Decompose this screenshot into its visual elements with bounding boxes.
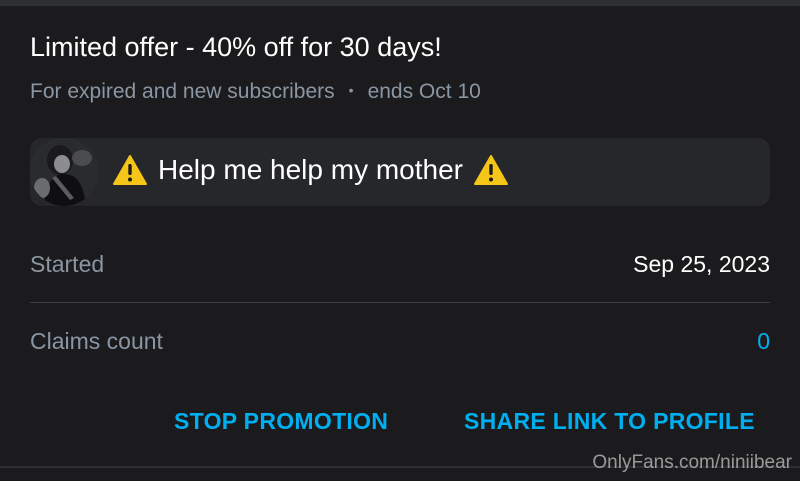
- promotion-subtitle: For expired and new subscribers • ends O…: [30, 80, 481, 104]
- avatar[interactable]: [30, 138, 98, 206]
- started-value: Sep 25, 2023: [633, 251, 770, 277]
- promotion-end-date: ends Oct 10: [367, 80, 481, 103]
- stop-promotion-button[interactable]: STOP PROMOTION: [174, 408, 388, 435]
- promotion-message-text: Help me help my mother: [158, 154, 464, 185]
- share-link-to-profile-button[interactable]: SHARE LINK TO PROFILE: [464, 408, 755, 435]
- top-divider: [0, 0, 800, 6]
- watermark: OnlyFans.com/niniibear: [592, 452, 792, 473]
- promotion-message: Help me help my mother: [112, 154, 509, 186]
- warning-icon: [473, 154, 509, 186]
- claims-count-label: Claims count: [30, 328, 163, 354]
- started-label: Started: [30, 251, 105, 277]
- details-divider: [30, 302, 770, 303]
- avatar-image: [30, 138, 98, 206]
- warning-icon: [112, 154, 148, 186]
- claims-count-value[interactable]: 0: [757, 328, 770, 355]
- subtitle-separator: •: [348, 82, 354, 98]
- promotion-title: Limited offer - 40% off for 30 days!: [30, 32, 442, 62]
- promotion-audience: For expired and new subscribers: [30, 80, 335, 103]
